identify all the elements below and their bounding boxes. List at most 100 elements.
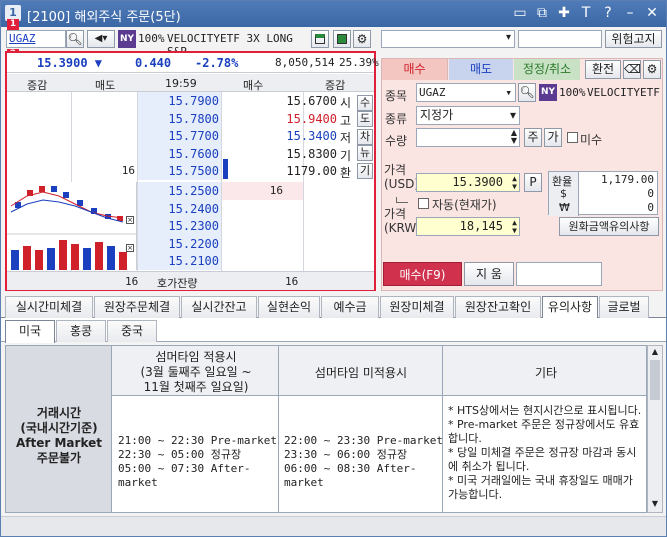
eraser-icon: ⌫ — [624, 62, 641, 76]
tab-sell[interactable]: 매도 — [449, 59, 513, 80]
region-tab[interactable]: 미국 — [5, 320, 55, 343]
volume-ratio: 25.39% — [339, 56, 379, 69]
bottom-tab[interactable]: 실현손익 — [258, 296, 320, 318]
chart-icon — [315, 34, 325, 44]
minimize-icon[interactable]: – — [621, 4, 639, 22]
mini-chart[interactable]: × × — [7, 182, 137, 270]
password-input[interactable] — [518, 30, 602, 48]
summary-value: 1179.00 — [286, 164, 337, 179]
usd-value: 0 — [647, 187, 654, 200]
tab-buy[interactable]: 매수 — [382, 59, 448, 80]
bottom-tab[interactable]: 원장주문체결 — [94, 296, 180, 318]
divider — [278, 346, 279, 512]
side-btn-su[interactable]: 수 — [357, 95, 373, 111]
order-ratio: 100% — [559, 86, 586, 99]
ask-price[interactable]: 15.7800 — [147, 112, 219, 126]
eraser-button[interactable]: ⌫ — [623, 60, 641, 79]
bottom-tab[interactable]: 실시간잔고 — [181, 296, 257, 318]
orderbook-header: 증감 매도 19:59 매수 증감 — [7, 74, 374, 92]
bid-price[interactable]: 15.2500 — [147, 184, 219, 198]
bottom-tab[interactable]: 예수금 — [321, 296, 379, 318]
clear-button[interactable]: 지 움 — [464, 262, 514, 286]
stepper-icon[interactable]: ▲ ▼ — [511, 129, 517, 145]
tab-modify[interactable]: 정정/취소 — [514, 59, 580, 80]
bottom-tab[interactable]: 원장잔고확인 — [455, 296, 541, 318]
region-tab[interactable]: 중국 — [107, 320, 157, 342]
pin-icon[interactable]: ✚ — [555, 4, 573, 22]
help-icon[interactable]: ? — [599, 4, 617, 22]
summary-label: 환 — [340, 166, 352, 181]
volume-bar — [23, 246, 31, 270]
scroll-thumb[interactable] — [650, 360, 660, 400]
symbol-input[interactable]: UGAZ — [6, 30, 66, 48]
price-change: 0.440 — [135, 56, 172, 70]
search-button[interactable]: 🔍︎ — [66, 30, 84, 48]
total-buy: 16 — [285, 275, 299, 288]
volume-bar — [107, 246, 115, 270]
stepper-icon[interactable]: ▲ ▼ — [512, 175, 517, 191]
krw-value: 0 — [647, 201, 654, 214]
price-usd-input[interactable]: 15.3900 ▲ ▼ — [416, 173, 520, 192]
ask-price[interactable]: 15.7900 — [147, 94, 219, 108]
price-krw-input[interactable]: 18,145 ▲ ▼ — [416, 217, 520, 236]
stepper-icon[interactable]: ▲ ▼ — [512, 219, 517, 235]
side-btn-nyu[interactable]: 뉴 — [357, 145, 373, 161]
order-symbol-input[interactable]: UGAZ ▾ — [416, 83, 516, 102]
bottom-tab[interactable]: 유의사항 — [542, 296, 598, 319]
current-price: 15.3900 ▼ — [37, 56, 103, 70]
side-btn-do[interactable]: 도 — [357, 111, 373, 127]
bottom-tab[interactable]: 글로벌 — [599, 296, 649, 318]
exchange-button[interactable]: 환전 — [585, 60, 621, 79]
divider — [442, 346, 443, 512]
scroll-down-icon[interactable]: ▼ — [649, 499, 661, 511]
volume-bar — [119, 252, 127, 270]
bid-price[interactable]: 15.2300 — [147, 219, 219, 233]
ask-price[interactable]: 15.7700 — [147, 129, 219, 143]
bid-price[interactable]: 15.2200 — [147, 237, 219, 251]
volume-bar — [95, 242, 103, 270]
chart-close-icon[interactable]: × — [126, 216, 134, 224]
volume-bar — [47, 248, 55, 270]
qty-input[interactable]: ▲ ▼ — [416, 128, 520, 147]
ask-price[interactable]: 15.7500 — [147, 164, 219, 178]
side-btn-gi[interactable]: 기 — [357, 163, 373, 179]
undecided-checkbox[interactable] — [567, 132, 578, 143]
chart-close-icon-2[interactable]: × — [126, 244, 134, 252]
price-p-button[interactable]: P — [524, 173, 542, 192]
qty-share-button[interactable]: 주 — [524, 128, 542, 147]
form-settings-button[interactable]: ⚙ — [643, 60, 661, 79]
header-time: 19:59 — [165, 77, 197, 90]
volume: 8,050,514 — [275, 56, 335, 69]
copy-icon[interactable]: ⧉ — [533, 4, 551, 22]
speaker-button[interactable]: ◀▾ — [87, 30, 115, 48]
side-btn-cha[interactable]: 차 — [357, 129, 373, 145]
chart-button[interactable] — [311, 30, 329, 48]
order-form: 매수 매도 정정/취소 환전 ⌫ ⚙ 종목 UGAZ ▾ 🔍︎ NY 100% V… — [381, 58, 663, 291]
bid-price[interactable]: 15.2100 — [147, 254, 219, 268]
settings-button[interactable]: ⚙ — [353, 30, 371, 48]
cell-nonsummer: 22:00 ~ 23:30 Pre-market 23:30 ~ 06:00 정… — [284, 434, 443, 489]
order-type-select[interactable]: 지정가 ▾ — [416, 106, 520, 125]
qty-price-button[interactable]: 가 — [544, 128, 562, 147]
layout-icon[interactable]: ▭ — [511, 4, 529, 22]
account-select[interactable]: ▾ — [381, 30, 515, 48]
type-label: 종류 — [385, 112, 408, 126]
ask-price[interactable]: 15.7600 — [147, 147, 219, 161]
notice-scrollbar[interactable]: ▲ ▼ — [647, 345, 663, 513]
scroll-up-icon[interactable]: ▲ — [649, 347, 661, 359]
bottom-tab[interactable]: 실시간미체결 — [5, 296, 93, 318]
bottom-tab[interactable]: 원장미체결 — [380, 296, 454, 318]
close-icon[interactable]: ✕ — [643, 4, 661, 22]
risk-notice-button[interactable]: 위험고지 — [605, 30, 662, 48]
ratio-label: 100% — [138, 32, 165, 45]
volume-bar — [71, 244, 79, 270]
order-search-button[interactable]: 🔍︎ — [518, 83, 536, 102]
buy-submit-button[interactable]: 매수(F9) — [383, 262, 462, 286]
window-button[interactable] — [333, 30, 351, 48]
font-icon[interactable]: T — [577, 4, 595, 22]
fx-note-button[interactable]: 원화금액유의사항 — [559, 217, 659, 236]
header-buy: 매수 — [243, 79, 264, 92]
quote-bar: 15.3900 ▼ 0.440 -2.78% 8,050,514 25.39% — [7, 53, 379, 73]
region-tab[interactable]: 홍콩 — [56, 320, 106, 342]
bid-price[interactable]: 15.2400 — [147, 202, 219, 216]
